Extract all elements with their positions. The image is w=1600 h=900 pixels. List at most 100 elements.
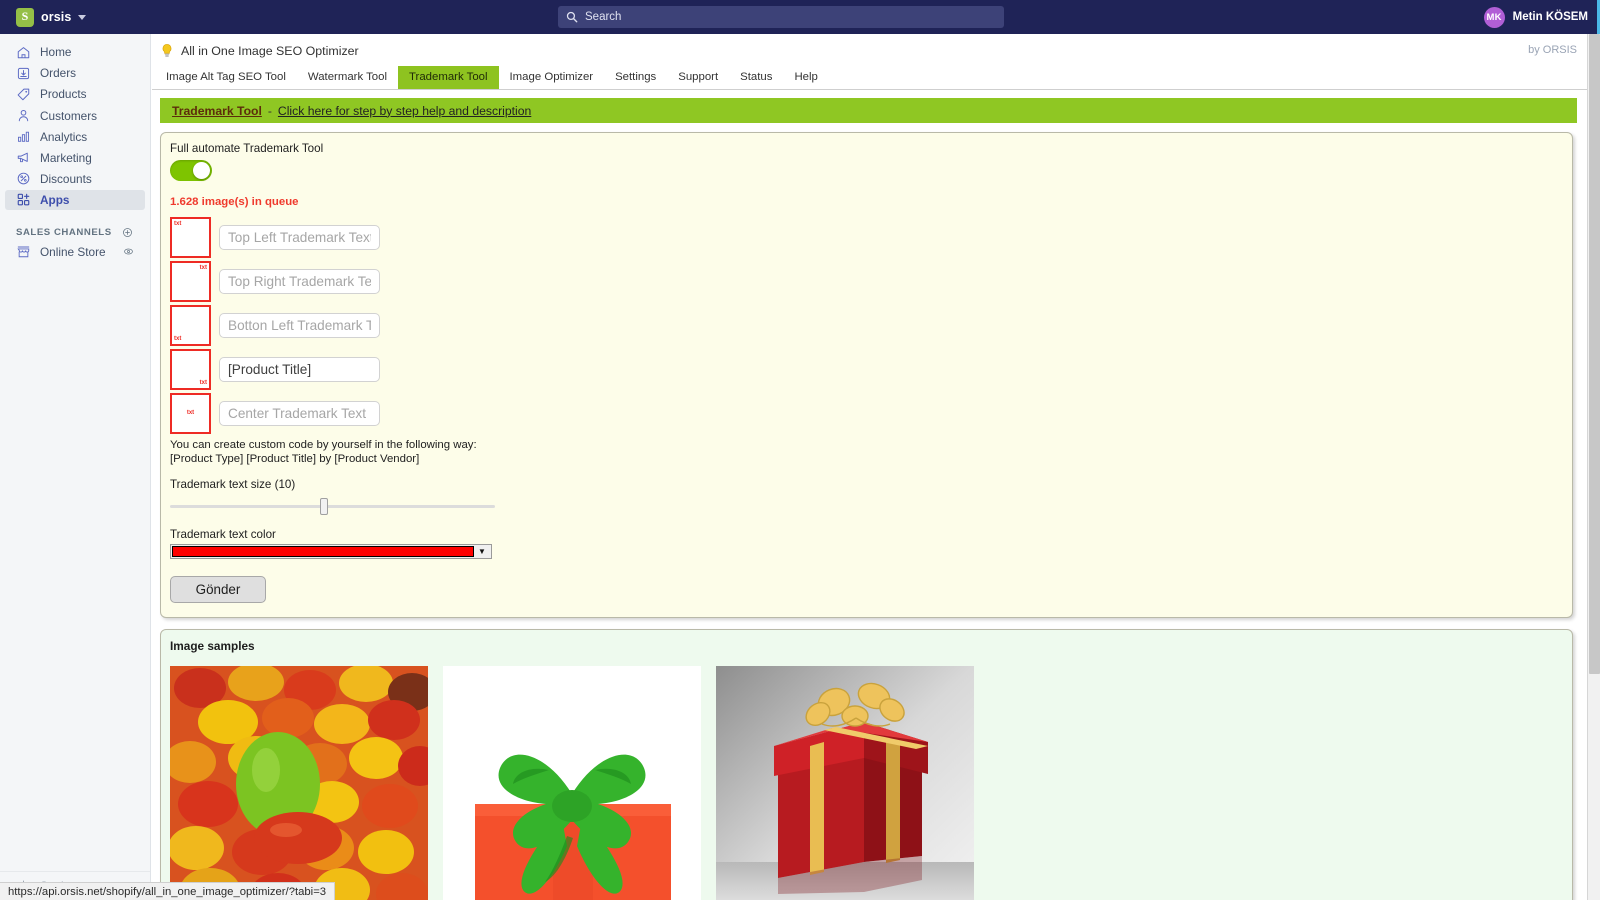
- position-preview-bottom-left: txt: [170, 304, 211, 346]
- tab-settings[interactable]: Settings: [604, 66, 667, 89]
- trademark-row-center: txt: [170, 391, 1572, 435]
- sidebar-item-products[interactable]: Products: [5, 84, 145, 105]
- sidebar-item-home[interactable]: Home: [5, 42, 145, 63]
- position-glyph: txt: [174, 220, 182, 227]
- top-left-trademark-input[interactable]: [219, 224, 380, 250]
- shop-name: orsis: [41, 10, 72, 24]
- tab-support[interactable]: Support: [667, 66, 729, 89]
- trademark-row-top-left: txt: [170, 215, 1572, 259]
- sample-image-green-bow-gift[interactable]: [443, 666, 701, 900]
- full-automate-toggle[interactable]: [170, 160, 212, 181]
- sidebar-item-label: Orders: [40, 66, 77, 81]
- vertical-scrollbar[interactable]: [1587, 34, 1600, 900]
- color-swatch: [172, 546, 474, 558]
- sidebar-item-orders[interactable]: Orders: [5, 63, 145, 84]
- position-preview-top-right: txt: [170, 260, 211, 302]
- search-icon: [566, 11, 578, 23]
- sidebar-item-customers[interactable]: Customers: [5, 105, 145, 126]
- submit-button[interactable]: Gönder: [170, 576, 266, 604]
- bottom-right-trademark-input[interactable]: [219, 356, 380, 382]
- orders-icon: [17, 67, 30, 79]
- sidebar-item-discounts[interactable]: Discounts: [5, 169, 145, 190]
- person-icon: [18, 110, 29, 122]
- sidebar-section-sales-channels: SALES CHANNELS: [16, 227, 145, 238]
- eye-icon[interactable]: [123, 246, 134, 257]
- trademark-fields: txt txt txt txt: [170, 215, 1572, 435]
- chevron-down-icon: [78, 14, 87, 20]
- sidebar-item-label: Customers: [40, 108, 98, 123]
- image-samples-panel: Image samples: [160, 629, 1573, 900]
- sidebar-item-label: Analytics: [40, 129, 88, 144]
- shopify-bag-icon: [16, 7, 34, 27]
- tab-image-optimizer[interactable]: Image Optimizer: [499, 66, 605, 89]
- tab-help[interactable]: Help: [783, 66, 828, 89]
- position-glyph: txt: [186, 410, 195, 416]
- sidebar-item-label: Home: [40, 45, 72, 60]
- status-url-text: https://api.orsis.net/shopify/all_in_one…: [8, 885, 327, 898]
- main-content: All in One Image SEO Optimizer by ORSIS …: [152, 34, 1587, 900]
- sidebar-item-label: Online Store: [40, 244, 106, 259]
- user-name: Metin KÖSEM: [1512, 11, 1588, 23]
- sidebar-item-analytics[interactable]: Analytics: [5, 126, 145, 147]
- app-header: All in One Image SEO Optimizer by ORSIS: [152, 34, 1587, 62]
- sample-image-red-gold-gift[interactable]: [716, 666, 974, 900]
- text-size-label: Trademark text size (10): [170, 478, 296, 492]
- slider-track: [170, 505, 495, 509]
- center-trademark-input[interactable]: [219, 400, 380, 426]
- toggle-knob: [193, 162, 210, 179]
- banner-help-link[interactable]: Click here for step by step help and des…: [278, 104, 531, 118]
- chevron-down-icon: ▼: [478, 547, 486, 557]
- plus-circle-icon[interactable]: [122, 227, 133, 238]
- bar-chart-icon: [18, 131, 29, 142]
- lightbulb-icon: [162, 44, 172, 57]
- tab-bar: Image Alt Tag SEO Tool Watermark Tool Tr…: [152, 66, 1587, 90]
- sidebar-section-label: SALES CHANNELS: [16, 227, 112, 239]
- search-bar[interactable]: [558, 6, 1004, 28]
- sidebar-item-label: Apps: [40, 192, 70, 207]
- sidebar-item-marketing[interactable]: Marketing: [5, 147, 145, 168]
- scrollbar-thumb[interactable]: [1589, 34, 1600, 674]
- automate-label: Full automate Trademark Tool: [170, 142, 324, 155]
- trademark-row-top-right: txt: [170, 259, 1572, 303]
- custom-code-help-line-2: [Product Type] [Product Title] by [Produ…: [170, 452, 420, 465]
- avatar: MK: [1483, 6, 1505, 28]
- sample-image-tomatoes[interactable]: [170, 666, 428, 900]
- text-size-slider[interactable]: [170, 497, 495, 516]
- slider-thumb[interactable]: [320, 498, 328, 516]
- tab-image-alt-tag-seo-tool[interactable]: Image Alt Tag SEO Tool: [155, 66, 297, 89]
- position-preview-top-left: txt: [170, 216, 211, 258]
- trademark-form-panel: Full automate Trademark Tool 1.628 image…: [160, 132, 1573, 619]
- banner-separator: -: [267, 103, 272, 118]
- sidebar-item-label: Marketing: [40, 150, 92, 165]
- sidebar-item-online-store[interactable]: Online Store: [5, 241, 145, 262]
- position-preview-center: txt: [170, 392, 211, 434]
- samples-strip: [170, 666, 1572, 900]
- shop-switcher[interactable]: orsis: [10, 0, 92, 34]
- text-color-label: Trademark text color: [170, 528, 276, 542]
- queue-count: 1.628 image(s) in queue: [170, 196, 299, 208]
- discount-icon: [17, 173, 30, 185]
- tag-icon: [17, 88, 30, 101]
- tab-watermark-tool[interactable]: Watermark Tool: [297, 66, 398, 89]
- sidebar: Home Orders Products Customers Analytics: [0, 34, 151, 900]
- status-bar-url: https://api.orsis.net/shopify/all_in_one…: [0, 882, 336, 900]
- position-glyph: txt: [199, 264, 207, 271]
- tab-status[interactable]: Status: [729, 66, 783, 89]
- tab-trademark-tool[interactable]: Trademark Tool: [398, 66, 499, 89]
- custom-code-help: You can create custom code by yourself i…: [170, 439, 1572, 465]
- user-menu[interactable]: MK Metin KÖSEM: [1483, 0, 1588, 34]
- top-right-trademark-input[interactable]: [219, 268, 380, 294]
- sidebar-item-apps[interactable]: Apps: [5, 189, 145, 211]
- search-input[interactable]: [585, 7, 996, 27]
- bottom-left-trademark-input[interactable]: [219, 312, 380, 338]
- help-banner: Trademark Tool - Click here for step by …: [160, 98, 1577, 123]
- position-glyph: txt: [199, 379, 207, 386]
- app-credit: by ORSIS: [1528, 44, 1577, 56]
- top-bar: orsis MK Metin KÖSEM: [0, 0, 1600, 34]
- text-color-select[interactable]: ▼: [170, 544, 492, 560]
- storefront-icon: [17, 246, 30, 258]
- apps-grid-icon: [17, 194, 30, 206]
- sidebar-item-label: Discounts: [40, 171, 92, 186]
- banner-title: Trademark Tool: [172, 103, 262, 118]
- trademark-row-bottom-right: txt: [170, 347, 1572, 391]
